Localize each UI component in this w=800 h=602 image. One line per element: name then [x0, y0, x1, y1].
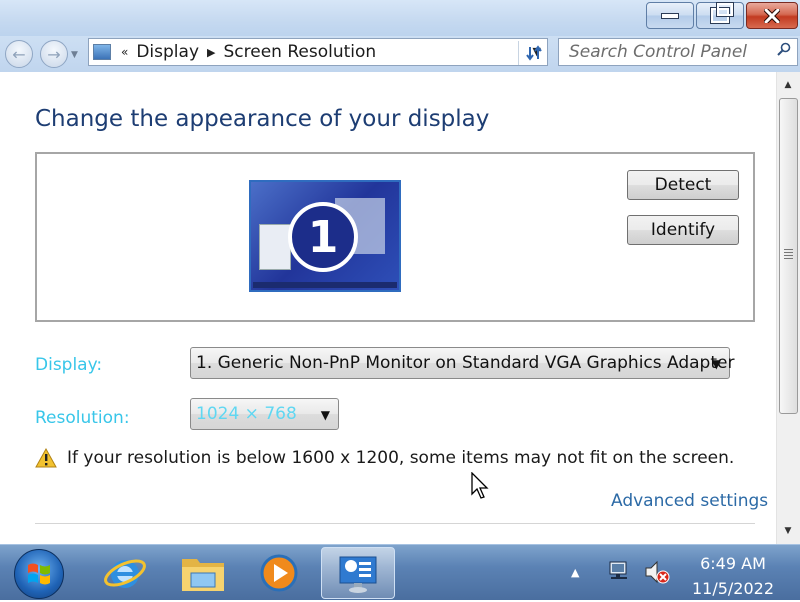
- breadcrumb-overflow[interactable]: «: [121, 45, 128, 59]
- taskbar-control-panel-display[interactable]: [321, 547, 395, 599]
- preview-taskbar-shape: [253, 282, 397, 288]
- windows-logo-icon: [28, 563, 50, 585]
- monitor-number: 1: [288, 202, 358, 272]
- close-icon: [764, 8, 780, 23]
- search-box[interactable]: [558, 38, 798, 66]
- back-button[interactable]: ←: [5, 40, 33, 68]
- forward-arrow-icon: →: [47, 44, 61, 64]
- detect-button[interactable]: Detect: [627, 170, 739, 200]
- back-arrow-icon: ←: [12, 44, 26, 64]
- resolution-label: Resolution:: [35, 408, 130, 428]
- search-icon[interactable]: [777, 42, 791, 56]
- grip-icon: [784, 249, 793, 259]
- media-player-icon: [260, 554, 298, 592]
- address-bar[interactable]: « Display ▶ Screen Resolution ▼: [88, 38, 548, 66]
- resolution-warning-text: If your resolution is below 1600 x 1200,…: [67, 448, 735, 468]
- scroll-down-icon[interactable]: ▼: [779, 522, 797, 540]
- recent-pages-dropdown-icon[interactable]: ▼: [71, 50, 78, 60]
- display-settings-icon: [339, 556, 377, 593]
- restore-icon: [711, 3, 733, 23]
- mouse-cursor-icon: [471, 472, 489, 499]
- divider: [35, 523, 755, 524]
- refresh-icon: [526, 45, 542, 61]
- display-label: Display:: [35, 355, 103, 375]
- identify-button[interactable]: Identify: [627, 215, 739, 245]
- breadcrumb-display[interactable]: Display: [136, 42, 199, 62]
- internet-explorer-icon: [104, 559, 146, 588]
- title-bar: [0, 0, 800, 36]
- display-select[interactable]: 1. Generic Non-PnP Monitor on Standard V…: [190, 347, 734, 379]
- refresh-button[interactable]: [518, 41, 549, 65]
- taskbar-windows-explorer[interactable]: [170, 547, 236, 599]
- restore-button[interactable]: [696, 2, 744, 29]
- volume-muted-icon[interactable]: [644, 560, 670, 584]
- display-select-value: 1. Generic Non-PnP Monitor on Standard V…: [196, 353, 735, 373]
- vertical-scrollbar[interactable]: ▲ ▼: [776, 72, 800, 544]
- breadcrumb-screen-resolution[interactable]: Screen Resolution: [223, 42, 376, 62]
- taskbar-internet-explorer[interactable]: [92, 547, 158, 599]
- taskbar: [0, 544, 800, 600]
- warning-icon: [35, 448, 57, 468]
- folder-icon: [182, 559, 224, 591]
- breadcrumb-separator-icon[interactable]: ▶: [207, 46, 215, 59]
- resolution-select[interactable]: 1024 × 768 ▼: [190, 398, 339, 430]
- scrollbar-thumb[interactable]: [779, 98, 798, 414]
- network-icon[interactable]: [608, 560, 632, 582]
- content-area: Change the appearance of your display 1 …: [0, 72, 776, 544]
- forward-button[interactable]: →: [40, 40, 68, 68]
- system-clock[interactable]: 6:49 AM 11/5/2022: [683, 551, 783, 601]
- page-title: Change the appearance of your display: [35, 106, 490, 132]
- scroll-up-icon[interactable]: ▲: [779, 76, 797, 94]
- show-hidden-icons-icon[interactable]: ▲: [571, 566, 579, 579]
- close-button[interactable]: [746, 2, 798, 29]
- minimize-button[interactable]: [646, 2, 694, 29]
- search-input[interactable]: [567, 41, 771, 63]
- clock-date: 11/5/2022: [691, 579, 775, 598]
- advanced-settings-link[interactable]: Advanced settings: [611, 491, 768, 511]
- clock-time: 6:49 AM: [700, 554, 766, 573]
- monitor-1-icon[interactable]: 1: [249, 180, 401, 292]
- minimize-icon: [661, 12, 679, 19]
- start-button[interactable]: [14, 549, 64, 599]
- taskbar-media-player[interactable]: [246, 547, 312, 599]
- control-panel-icon: [93, 44, 111, 60]
- preview-window-shape: [259, 224, 291, 270]
- chevron-down-icon: ▼: [320, 408, 330, 422]
- resolution-select-value: 1024 × 768: [196, 404, 297, 424]
- chevron-down-icon: ▼: [711, 357, 721, 371]
